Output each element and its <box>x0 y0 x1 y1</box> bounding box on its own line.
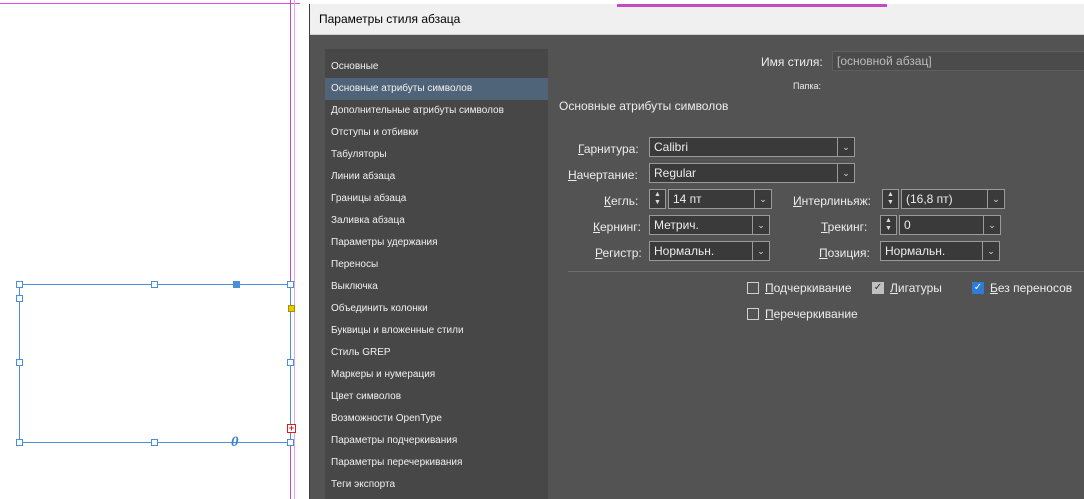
no-break-checkbox[interactable]: ✓ <box>972 282 984 294</box>
sidebar-item[interactable]: Основные <box>325 56 548 78</box>
chevron-down-icon[interactable]: ⌄ <box>752 216 769 234</box>
section-title: Основные атрибуты символов <box>559 99 729 113</box>
overset-text-port-icon[interactable]: + <box>287 424 296 433</box>
sidebar-item[interactable]: Маркеры и нумерация <box>325 364 548 386</box>
frame-handle-left[interactable] <box>16 359 23 366</box>
sidebar-item[interactable]: Выключка <box>325 276 548 298</box>
chevron-down-icon[interactable]: ⌄ <box>987 190 1004 208</box>
margin-guide-horizontal <box>0 3 300 4</box>
sidebar-item[interactable]: Цвет символов <box>325 386 548 408</box>
ligatures-label[interactable]: Лигатуры <box>890 281 942 295</box>
sidebar-item[interactable]: Параметры перечеркивания <box>325 452 548 474</box>
ligatures-checkbox[interactable]: ✓ <box>872 282 884 294</box>
kerning-dropdown[interactable]: Метрич. ⌄ <box>649 215 770 235</box>
sidebar-item[interactable]: Дополнительные атрибуты символов <box>325 100 548 122</box>
chevron-down-icon[interactable]: ⌄ <box>983 216 1000 234</box>
position-dropdown[interactable]: Нормальн. ⌄ <box>880 241 1000 261</box>
sidebar-item[interactable]: Буквицы и вложенные стили <box>325 320 548 342</box>
sidebar-item[interactable]: Отступы и отбивки <box>325 122 548 144</box>
strikethrough-checkbox[interactable] <box>747 308 759 320</box>
case-dropdown[interactable]: Нормальн. ⌄ <box>649 241 770 261</box>
paragraph-style-options-dialog: Параметры стиля абзаца Основные Основные … <box>309 4 1084 499</box>
frame-handle-top[interactable] <box>151 281 158 288</box>
sidebar-item[interactable]: Возможности OpenType <box>325 408 548 430</box>
position-label: Позиция: <box>819 246 870 260</box>
chevron-down-icon[interactable]: ⌄ <box>752 242 769 260</box>
size-dropdown[interactable]: 14 пт ⌄ <box>668 189 772 209</box>
style-name-field[interactable]: [основной абзац] <box>832 51 1084 71</box>
sidebar-item[interactable]: Стиль GREP <box>325 342 548 364</box>
font-style-label: Начертание: <box>568 168 638 182</box>
frame-handle-corner-option[interactable] <box>16 295 23 302</box>
sidebar-item[interactable]: Переносы <box>325 254 548 276</box>
sidebar-item[interactable]: Параметры удержания <box>325 232 548 254</box>
sidebar-item[interactable]: Границы абзаца <box>325 188 548 210</box>
baseline-grid-marker-icon: 0 <box>231 434 239 450</box>
chevron-down-icon[interactable]: ⌄ <box>837 164 854 182</box>
frame-handle-top-right[interactable] <box>287 281 294 288</box>
frame-handle-top-left[interactable] <box>16 281 23 288</box>
case-label: Регистр: <box>595 246 642 260</box>
size-label: Кегль: <box>604 194 639 208</box>
sidebar-item[interactable]: Основные атрибуты символов <box>325 78 548 100</box>
folder-label: Папка: <box>793 81 821 91</box>
chevron-down-icon[interactable]: ⌄ <box>982 242 999 260</box>
font-style-dropdown[interactable]: Regular ⌄ <box>649 163 855 183</box>
sidebar-item[interactable]: Табуляторы <box>325 144 548 166</box>
text-in-port-icon[interactable] <box>288 305 295 312</box>
tracking-stepper-icon[interactable]: ▲ ▼ <box>880 215 897 235</box>
titlebar-guide-accent <box>617 4 887 7</box>
font-family-label: Гарнитура: <box>578 142 639 156</box>
dialog-title: Параметры стиля абзаца <box>319 12 461 26</box>
kerning-label: Кернинг: <box>593 220 642 234</box>
sidebar-item[interactable]: Объединить колонки <box>325 298 548 320</box>
sidebar-item[interactable]: Параметры подчеркивания <box>325 430 548 452</box>
category-sidebar: Основные Основные атрибуты символов Дополн… <box>325 49 548 499</box>
frame-handle-bottom-right[interactable] <box>287 439 294 446</box>
frame-handle-right[interactable] <box>287 359 294 366</box>
chevron-down-icon[interactable]: ⌄ <box>754 190 771 208</box>
frame-handle-bottom-left[interactable] <box>16 439 23 446</box>
sidebar-item[interactable]: Теги экспорта <box>325 474 548 496</box>
underline-checkbox[interactable] <box>747 282 759 294</box>
tracking-dropdown[interactable]: 0 ⌄ <box>899 215 1001 235</box>
no-break-label[interactable]: Без переносов <box>990 281 1072 295</box>
leading-stepper-icon[interactable]: ▲ ▼ <box>882 189 899 209</box>
section-divider <box>568 271 1084 272</box>
text-frame[interactable] <box>19 284 291 443</box>
sidebar-item[interactable]: Заливка абзаца <box>325 210 548 232</box>
checkmark-icon: ✓ <box>973 282 983 293</box>
dialog-titlebar[interactable]: Параметры стиля абзаца <box>310 4 1084 35</box>
sidebar-item[interactable]: Линии абзаца <box>325 166 548 188</box>
underline-label[interactable]: Подчеркивание <box>765 281 852 295</box>
frame-handle-bottom[interactable] <box>151 439 158 446</box>
size-stepper-icon[interactable]: ▲ ▼ <box>649 189 666 209</box>
leading-label: Интерлиньяж: <box>793 194 871 208</box>
font-family-dropdown[interactable]: Calibri ⌄ <box>649 137 855 157</box>
chevron-down-icon[interactable]: ⌄ <box>837 138 854 156</box>
checkmark-icon: ✓ <box>873 282 883 293</box>
tracking-label: Трекинг: <box>821 220 868 234</box>
leading-dropdown[interactable]: (16,8 пт) ⌄ <box>901 189 1005 209</box>
frame-handle-anchor[interactable] <box>233 281 240 288</box>
style-name-label: Имя стиля: <box>761 55 823 69</box>
strikethrough-label[interactable]: Перечеркивание <box>765 307 858 321</box>
